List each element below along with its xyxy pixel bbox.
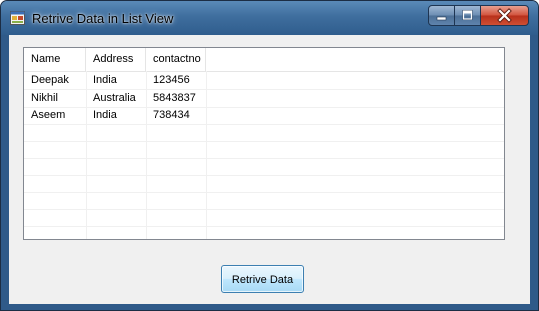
minimize-button[interactable] (428, 5, 455, 26)
close-icon (497, 8, 512, 23)
form-client-area: Name Address contactno Deepak India 1234… (9, 35, 530, 304)
app-icon (10, 11, 25, 25)
empty-row (24, 192, 504, 210)
column-header-address[interactable]: Address (86, 48, 146, 71)
close-button[interactable] (480, 5, 529, 26)
title-bar[interactable]: Retrive Data in List View (1, 1, 538, 35)
empty-row (24, 209, 504, 227)
maximize-icon (462, 10, 473, 20)
empty-row (24, 124, 504, 142)
empty-row (24, 158, 504, 176)
list-item[interactable]: Nikhil Australia 5843837 (24, 90, 504, 108)
cell-contactno: 5843837 (153, 92, 196, 104)
list-view[interactable]: Name Address contactno Deepak India 1234… (23, 47, 505, 240)
column-header-contactno[interactable]: contactno (146, 48, 206, 71)
cell-name: Nikhil (31, 92, 58, 104)
cell-contactno: 738434 (153, 109, 190, 121)
window-title: Retrive Data in List View (32, 11, 174, 26)
empty-row (24, 175, 504, 193)
cell-address: Australia (93, 92, 136, 104)
app-window: Retrive Data in List View Name Address c… (0, 0, 539, 311)
list-view-header: Name Address contactno (24, 48, 504, 72)
cell-name: Aseem (31, 109, 66, 121)
cell-address: India (93, 74, 117, 86)
cell-contactno: 123456 (153, 74, 190, 86)
column-header-filler (206, 48, 504, 71)
maximize-button[interactable] (454, 5, 481, 26)
minimize-icon (436, 16, 447, 21)
list-item[interactable]: Deepak India 123456 (24, 72, 504, 90)
cell-address: India (93, 109, 117, 121)
retrive-data-button[interactable]: Retrive Data (221, 265, 304, 293)
list-item[interactable]: Aseem India 738434 (24, 107, 504, 125)
empty-row (24, 226, 504, 239)
column-header-name[interactable]: Name (24, 48, 86, 71)
cell-name: Deepak (31, 74, 69, 86)
empty-row (24, 141, 504, 159)
